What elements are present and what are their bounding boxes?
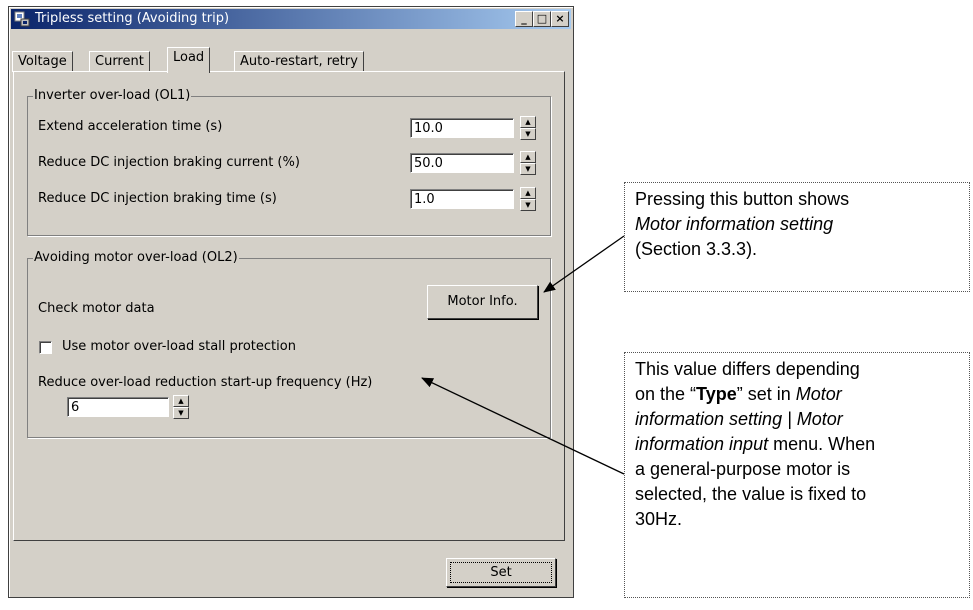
spin-up-icon[interactable]: ▲ bbox=[520, 116, 536, 128]
callout2-text: ” set in bbox=[736, 384, 796, 404]
dc-braking-time-spinner[interactable]: ▲ ▼ bbox=[520, 187, 536, 211]
spin-down-icon[interactable]: ▼ bbox=[520, 163, 536, 175]
extend-accel-label: Extend acceleration time (s) bbox=[38, 119, 223, 134]
callout2-text: on the “ bbox=[635, 384, 697, 404]
check-motor-data-label: Check motor data bbox=[38, 301, 155, 316]
tab-load[interactable]: Load bbox=[167, 47, 211, 73]
callout1-line3: (Section 3.3.3). bbox=[635, 239, 758, 259]
extend-accel-spinner[interactable]: ▲ ▼ bbox=[520, 116, 536, 140]
ol2-group: Avoiding motor over-load (OL2) Check mot… bbox=[27, 250, 551, 438]
spin-down-icon[interactable]: ▼ bbox=[520, 128, 536, 140]
callout1-line2: Motor information setting bbox=[635, 214, 834, 234]
motor-info-button[interactable]: Motor Info. bbox=[427, 285, 538, 319]
callout2-line6: selected, the value is fixed to bbox=[635, 484, 867, 504]
dialog-window: Tripless setting (Avoiding trip) _ □ × V… bbox=[8, 6, 574, 598]
startup-frequency-spinner[interactable]: ▲ ▼ bbox=[173, 395, 189, 419]
callout2-italic: Motor bbox=[795, 384, 842, 404]
ol2-legend: Avoiding motor over-load (OL2) bbox=[33, 250, 239, 265]
callout2-text: menu. When bbox=[768, 434, 876, 454]
callout-frequency: This value differs depending on the “Typ… bbox=[624, 352, 970, 598]
maximize-button[interactable]: □ bbox=[533, 11, 551, 27]
startup-frequency-label: Reduce over-load reduction start-up freq… bbox=[38, 375, 373, 390]
app-icon bbox=[14, 11, 30, 27]
startup-frequency-input[interactable]: 6 bbox=[67, 397, 169, 417]
callout2-line2: on the “Type” set in Motor bbox=[635, 382, 959, 407]
tab-current[interactable]: Current bbox=[89, 51, 150, 72]
dc-braking-current-label: Reduce DC injection braking current (%) bbox=[38, 155, 300, 170]
callout2-line5: a general-purpose motor is bbox=[635, 459, 851, 479]
close-button[interactable]: × bbox=[551, 11, 569, 27]
spin-down-icon[interactable]: ▼ bbox=[173, 407, 189, 419]
dc-braking-time-input[interactable]: 1.0 bbox=[410, 189, 514, 209]
extend-accel-input[interactable]: 10.0 bbox=[410, 118, 514, 138]
tab-voltage[interactable]: Voltage bbox=[12, 51, 73, 72]
stall-protection-checkbox[interactable] bbox=[39, 341, 52, 354]
dc-braking-time-label: Reduce DC injection braking time (s) bbox=[38, 191, 277, 206]
tab-auto-restart-retry[interactable]: Auto-restart, retry bbox=[234, 51, 364, 72]
dc-braking-current-input[interactable]: 50.0 bbox=[410, 153, 514, 173]
tab-panel: Inverter over-load (OL1) Extend accelera… bbox=[13, 71, 565, 541]
callout2-line3: information setting | Motor bbox=[635, 409, 843, 429]
title-bar[interactable]: Tripless setting (Avoiding trip) _ □ × bbox=[11, 9, 571, 29]
callout1-line1: Pressing this button shows bbox=[635, 189, 850, 209]
ol1-legend: Inverter over-load (OL1) bbox=[33, 88, 192, 103]
spin-up-icon[interactable]: ▲ bbox=[520, 151, 536, 163]
set-button[interactable]: Set bbox=[446, 558, 556, 587]
callout2-italic: information input bbox=[635, 434, 769, 454]
callout2-line1: This value differs depending bbox=[635, 359, 860, 379]
ol1-group: Inverter over-load (OL1) Extend accelera… bbox=[27, 88, 551, 236]
window-title: Tripless setting (Avoiding trip) bbox=[35, 11, 230, 26]
spin-up-icon[interactable]: ▲ bbox=[173, 395, 189, 407]
callout2-line7: 30Hz. bbox=[635, 509, 683, 529]
stall-protection-label: Use motor over-load stall protection bbox=[62, 339, 296, 354]
dc-braking-current-spinner[interactable]: ▲ ▼ bbox=[520, 151, 536, 175]
minimize-button[interactable]: _ bbox=[515, 11, 533, 27]
callout-motor-info: Pressing this button shows Motor informa… bbox=[624, 182, 970, 292]
spin-down-icon[interactable]: ▼ bbox=[520, 199, 536, 211]
callout2-type-bold: Type bbox=[696, 384, 737, 404]
callout2-line4: information input menu. When bbox=[635, 432, 959, 457]
spin-up-icon[interactable]: ▲ bbox=[520, 187, 536, 199]
